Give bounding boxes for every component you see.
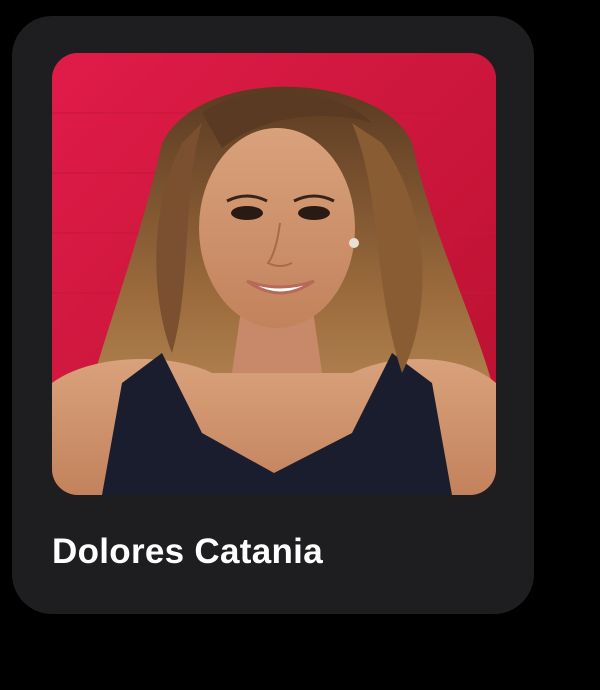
profile-card[interactable]: Dolores Catania bbox=[12, 16, 534, 614]
profile-photo bbox=[52, 53, 496, 495]
portrait-illustration bbox=[52, 53, 496, 495]
person-name: Dolores Catania bbox=[52, 532, 323, 571]
